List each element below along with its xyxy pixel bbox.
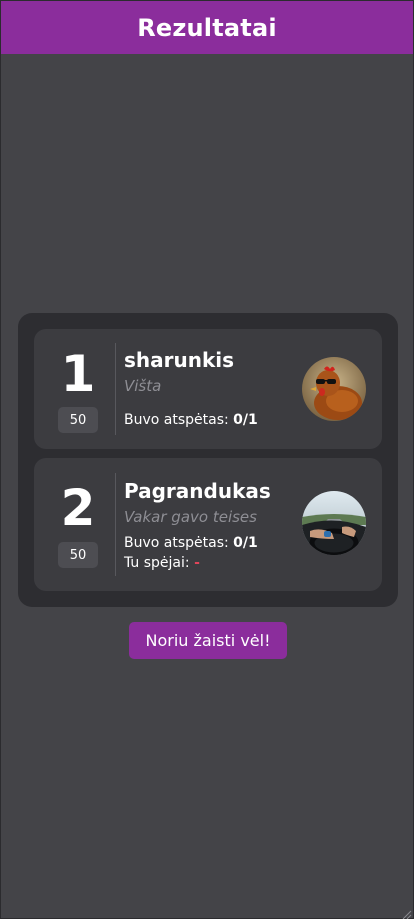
rank-number: 1 [60,345,96,403]
result-card-1: 1 50 sharunkis Višta Buvo atspėtas: 0/1 [34,329,382,449]
divider [115,343,116,435]
player-name: Pagrandukas [124,479,271,503]
page-title: Rezultatai [137,13,277,42]
guessed-status: Buvo atspėtas: 0/1 [124,533,292,553]
guessed-status: Buvo atspėtas: 0/1 [124,410,292,430]
driving-avatar-icon [302,491,366,555]
rank-number: 2 [60,479,96,537]
divider [115,473,116,576]
guessed-label: Buvo atspėtas: [124,535,234,551]
rank-column: 2 50 [34,458,115,591]
your-guess-value: - [194,555,200,571]
results-panel: 1 50 sharunkis Višta Buvo atspėtas: 0/1 [18,313,398,607]
score-badge: 50 [58,407,98,433]
chicken-avatar-icon [302,357,366,421]
guessed-value: 0/1 [233,535,258,551]
play-again-button[interactable]: Noriu žaisti vėl! [129,622,287,659]
result-card-2: 2 50 Pagrandukas Vakar gavo teises Buvo … [34,458,382,591]
header-bar: Rezultatai [1,1,413,54]
your-guess-label: Tu spėjai: [124,555,195,571]
score-badge: 50 [58,542,98,568]
guessed-value: 0/1 [233,412,258,428]
your-guess-status: Tu spėjai: - [124,553,292,573]
player-info: Pagrandukas Vakar gavo teises Buvo atspė… [124,478,292,573]
player-info: sharunkis Višta Buvo atspėtas: 0/1 [124,347,292,430]
guessed-label: Buvo atspėtas: [124,412,234,428]
resize-grip-icon[interactable] [400,905,412,919]
rank-column: 1 50 [34,329,115,449]
player-name: sharunkis [124,348,235,372]
player-word: Višta [124,377,162,395]
player-word: Vakar gavo teises [124,508,257,526]
